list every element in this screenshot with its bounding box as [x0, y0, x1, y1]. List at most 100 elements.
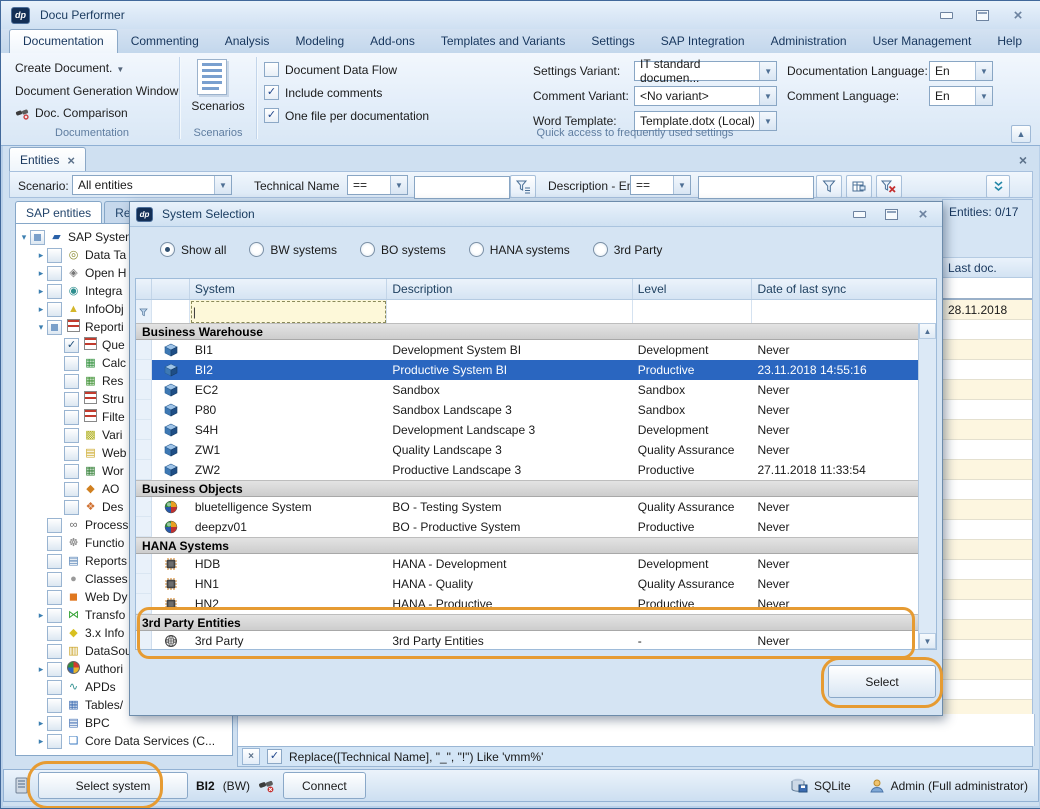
table-row[interactable]: deepzv01BO - Productive SystemProductive… [136, 517, 919, 537]
tree-checkbox[interactable] [64, 446, 79, 461]
ribbon-option-1[interactable]: ✓Include comments [264, 85, 382, 100]
expander-closed-icon[interactable]: ▸ [35, 718, 47, 729]
ribbon-tab-user-management[interactable]: User Management [860, 30, 985, 53]
radio-show-all[interactable]: Show all [160, 242, 226, 257]
connect-button[interactable]: Connect [283, 772, 366, 799]
tree-checkbox[interactable] [64, 428, 79, 443]
expander-closed-icon[interactable]: ▸ [35, 664, 47, 675]
apply-filter-button[interactable] [816, 175, 842, 198]
settings-field-select[interactable]: IT standard documen...▼ [634, 61, 777, 81]
last-doc-filter-cell[interactable] [943, 278, 1032, 300]
description-input[interactable] [698, 176, 814, 199]
chevron-down-icon[interactable]: ▼ [759, 87, 776, 105]
expander-closed-icon[interactable]: ▸ [35, 268, 47, 279]
document-generation-window-button[interactable]: Document Generation Window [15, 84, 178, 98]
table-row[interactable]: P80Sandbox Landscape 3SandboxNever [136, 400, 919, 420]
ribbon-option-2[interactable]: ✓One file per documentation [264, 108, 429, 123]
select-system-button[interactable]: Select system [38, 772, 188, 799]
tree-checkbox[interactable] [64, 392, 79, 407]
chevron-down-icon[interactable]: ▼ [759, 62, 776, 80]
clear-filter-button[interactable] [876, 175, 902, 198]
ribbon-collapse-button[interactable]: ▲ [1011, 125, 1031, 143]
table-row[interactable]: 3rd Party3rd Party Entities-Never [136, 631, 919, 649]
technical-name-operator-select[interactable]: ==▼ [347, 175, 408, 195]
user-label[interactable]: Admin (Full administrator) [891, 779, 1028, 793]
tree-checkbox[interactable] [47, 590, 62, 605]
table-row[interactable]: ZW2Productive Landscape 3Productive27.11… [136, 460, 919, 480]
tree-checkbox[interactable] [64, 410, 79, 425]
chevron-down-icon[interactable]: ▼ [673, 176, 690, 194]
tree-checkbox[interactable] [64, 338, 79, 353]
checkbox-icon[interactable] [264, 62, 279, 77]
tree-checkbox[interactable] [47, 518, 62, 533]
table-group-row[interactable]: Business Warehouse [136, 323, 919, 340]
tree-checkbox[interactable] [64, 500, 79, 515]
table-group-row[interactable]: HANA Systems [136, 537, 919, 554]
radio-bw-systems[interactable]: BW systems [249, 242, 337, 257]
tree-checkbox[interactable] [64, 482, 79, 497]
language-field-select[interactable]: En▼ [929, 86, 993, 106]
chevron-down-icon[interactable]: ▼ [975, 87, 992, 105]
table-group-row[interactable]: 3rd Party Entities [136, 614, 919, 631]
tree-checkbox[interactable] [64, 374, 79, 389]
filter-window-button[interactable] [846, 175, 872, 198]
table-row[interactable]: S4HDevelopment Landscape 3DevelopmentNev… [136, 420, 919, 440]
table-row[interactable]: BI1Development System BIDevelopmentNever [136, 340, 919, 360]
ribbon-tab-sap-integration[interactable]: SAP Integration [648, 30, 758, 53]
level-filter-cell[interactable] [633, 300, 753, 324]
dialog-minimize-button[interactable] [848, 206, 870, 222]
ribbon-tab-help[interactable]: Help [984, 30, 1035, 53]
expander-closed-icon[interactable]: ▸ [35, 736, 47, 747]
radio-icon[interactable] [593, 242, 608, 257]
maximize-button[interactable] [971, 7, 993, 23]
expander-closed-icon[interactable]: ▸ [35, 304, 47, 315]
close-filter-icon[interactable]: × [242, 748, 260, 765]
tree-item[interactable]: ▸▤BPC [16, 714, 232, 732]
tree-checkbox[interactable] [64, 356, 79, 371]
scenario-select[interactable]: All entities▼ [72, 175, 232, 195]
tree-checkbox[interactable] [47, 572, 62, 587]
column-header-description[interactable]: Description [387, 279, 632, 299]
tree-checkbox[interactable] [47, 248, 62, 263]
checkbox-icon[interactable]: ✓ [264, 85, 279, 100]
radio-icon[interactable] [469, 242, 484, 257]
tree-checkbox[interactable] [64, 464, 79, 479]
table-row[interactable]: HN2HANA - ProductiveProductiveNever [136, 594, 919, 614]
checkbox-icon[interactable]: ✓ [264, 108, 279, 123]
ribbon-tab-documentation[interactable]: Documentation [9, 29, 118, 53]
ribbon-tab-settings[interactable]: Settings [578, 30, 647, 53]
chevron-down-icon[interactable]: ▼ [975, 62, 992, 80]
expander-closed-icon[interactable]: ▸ [35, 610, 47, 621]
create-document-button[interactable]: Create Document.▼ [15, 61, 124, 75]
dialog-maximize-button[interactable] [880, 206, 902, 222]
tree-checkbox[interactable] [47, 536, 62, 551]
filter-active-checkbox[interactable]: ✓ [267, 749, 282, 764]
table-row[interactable]: EC2SandboxSandboxNever [136, 380, 919, 400]
table-row[interactable]: bluetelligence SystemBO - Testing System… [136, 497, 919, 517]
tree-checkbox[interactable] [47, 698, 62, 713]
database-label[interactable]: SQLite [814, 779, 851, 793]
filter-editor-button[interactable] [510, 175, 536, 198]
radio-icon[interactable] [249, 242, 264, 257]
table-row[interactable]: HDBHANA - DevelopmentDevelopmentNever [136, 554, 919, 574]
tree-checkbox[interactable] [47, 266, 62, 281]
scroll-up-icon[interactable]: ▲ [919, 323, 936, 339]
ribbon-tab-administration[interactable]: Administration [758, 30, 860, 53]
tabbar-close-icon[interactable]: × [1019, 152, 1027, 168]
select-button[interactable]: Select [828, 665, 936, 698]
dialog-close-button[interactable]: × [912, 206, 934, 222]
settings-field-select[interactable]: <No variant>▼ [634, 86, 777, 106]
tree-checkbox[interactable] [47, 320, 62, 335]
tree-checkbox[interactable] [47, 554, 62, 569]
column-header-last-doc[interactable]: Last doc. [943, 257, 1032, 278]
tree-checkbox[interactable] [47, 626, 62, 641]
ribbon-tab-analysis[interactable]: Analysis [212, 30, 283, 53]
last-sync-filter-cell[interactable] [752, 300, 936, 324]
chevron-down-icon[interactable]: ▼ [214, 176, 231, 194]
expander-closed-icon[interactable]: ▸ [35, 250, 47, 261]
expander-closed-icon[interactable]: ▸ [35, 286, 47, 297]
ribbon-option-0[interactable]: Document Data Flow [264, 62, 397, 77]
expander-open-icon[interactable]: ▾ [18, 232, 30, 243]
ribbon-tab-modeling[interactable]: Modeling [282, 30, 357, 53]
table-row[interactable]: HN1HANA - QualityQuality AssuranceNever [136, 574, 919, 594]
